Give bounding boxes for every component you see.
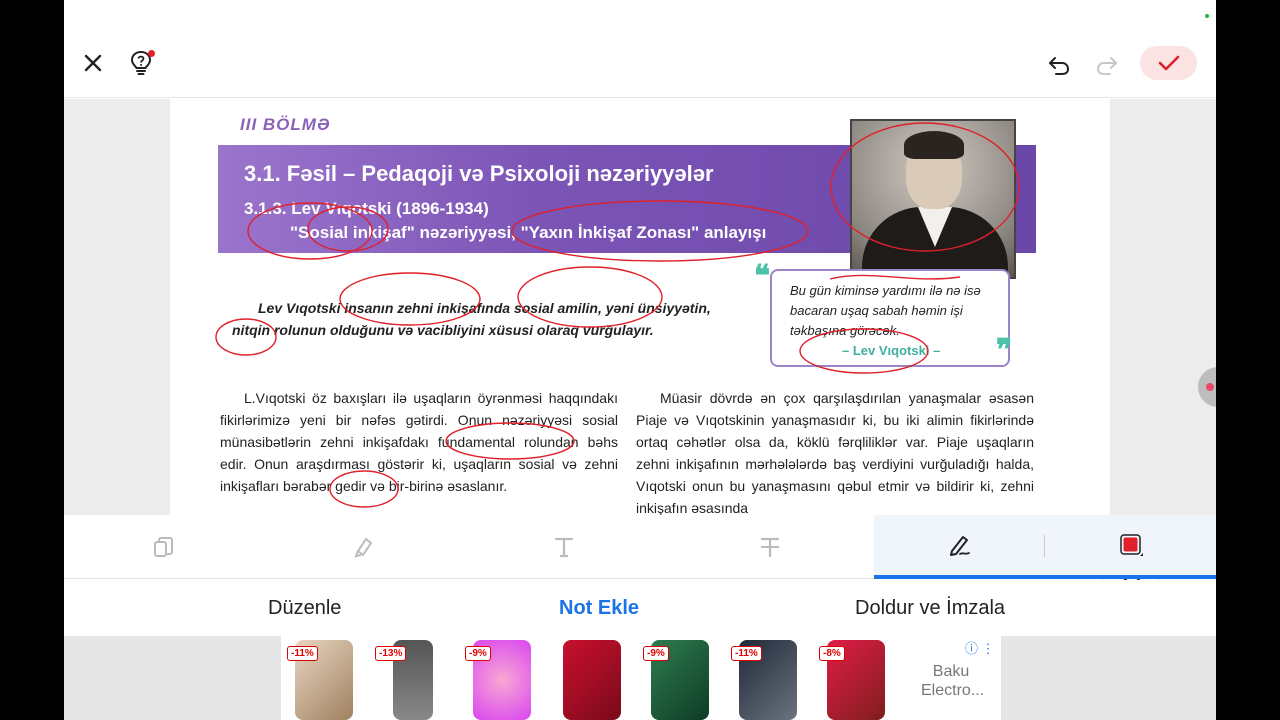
redo-button[interactable] — [1092, 50, 1122, 80]
ad-product[interactable]: -8% — [815, 640, 895, 720]
side-scroll-handle[interactable] — [1198, 367, 1216, 407]
ad-advertiser[interactable]: Baku Electro... — [921, 662, 984, 700]
ad-product[interactable]: -9% — [461, 640, 541, 720]
confirm-button[interactable] — [1140, 46, 1197, 80]
ad-product[interactable]: -13% — [371, 640, 451, 720]
discount-badge: -11% — [287, 646, 318, 661]
color-icon — [1120, 534, 1143, 556]
toolbar-divider — [1044, 535, 1045, 557]
pdf-editor-screen: III BÖLMƏ 3.1. Fəsil – Pedaqoji və Psixo… — [64, 0, 1216, 720]
text-tool[interactable] — [464, 515, 664, 579]
text-icon — [554, 537, 574, 558]
strikethrough-tool[interactable] — [670, 515, 870, 579]
pen-annotations — [215, 122, 1020, 508]
highlighter-icon — [354, 538, 372, 558]
redo-icon — [1096, 57, 1117, 75]
ad-product[interactable] — [551, 640, 631, 720]
document-canvas[interactable]: III BÖLMƏ 3.1. Fəsil – Pedaqoji və Psixo… — [64, 99, 1216, 603]
notification-dot — [148, 50, 155, 57]
copy-icon — [154, 537, 173, 557]
ad-product[interactable]: -11% — [727, 640, 807, 720]
discount-badge: -9% — [643, 646, 669, 661]
discount-badge: -9% — [465, 646, 491, 661]
discount-badge: -8% — [819, 646, 845, 661]
pen-icon — [950, 536, 970, 556]
strikethrough-icon — [760, 537, 780, 558]
discount-badge: -11% — [731, 646, 762, 661]
ad-banner-bar: -11% -13% -9% -9% -11% -8% Baku Electro.… — [64, 636, 1216, 720]
undo-icon — [1049, 57, 1070, 75]
copy-tool[interactable] — [64, 515, 264, 579]
discount-badge: -13% — [375, 646, 407, 661]
close-icon — [84, 54, 102, 72]
document-page[interactable]: III BÖLMƏ 3.1. Fəsil – Pedaqoji və Psixo… — [170, 99, 1110, 515]
ad-info-icon[interactable]: ⓘ ⋮ — [965, 638, 995, 657]
annotation-toolbar — [64, 515, 1216, 579]
tab-add-note[interactable]: Not Ekle — [559, 597, 639, 620]
mode-tabs: Düzenle Not Ekle Doldur ve İmzala — [64, 580, 1216, 636]
undo-button[interactable] — [1044, 50, 1074, 80]
tab-fill-sign[interactable]: Doldur ve İmzala — [855, 597, 1005, 620]
color-tool[interactable] — [1046, 515, 1216, 579]
checkmark-icon — [1158, 55, 1179, 71]
ad-product[interactable]: -9% — [639, 640, 719, 720]
ad-product[interactable]: -11% — [283, 640, 363, 720]
tab-edit[interactable]: Düzenle — [268, 597, 341, 620]
status-dot — [1205, 14, 1209, 18]
top-toolbar — [64, 0, 1216, 98]
ad-banner[interactable]: -11% -13% -9% -9% -11% -8% Baku Electro.… — [281, 636, 1001, 720]
close-button[interactable] — [78, 48, 108, 78]
highlighter-tool[interactable] — [264, 515, 464, 579]
pen-tool[interactable] — [874, 515, 1046, 579]
